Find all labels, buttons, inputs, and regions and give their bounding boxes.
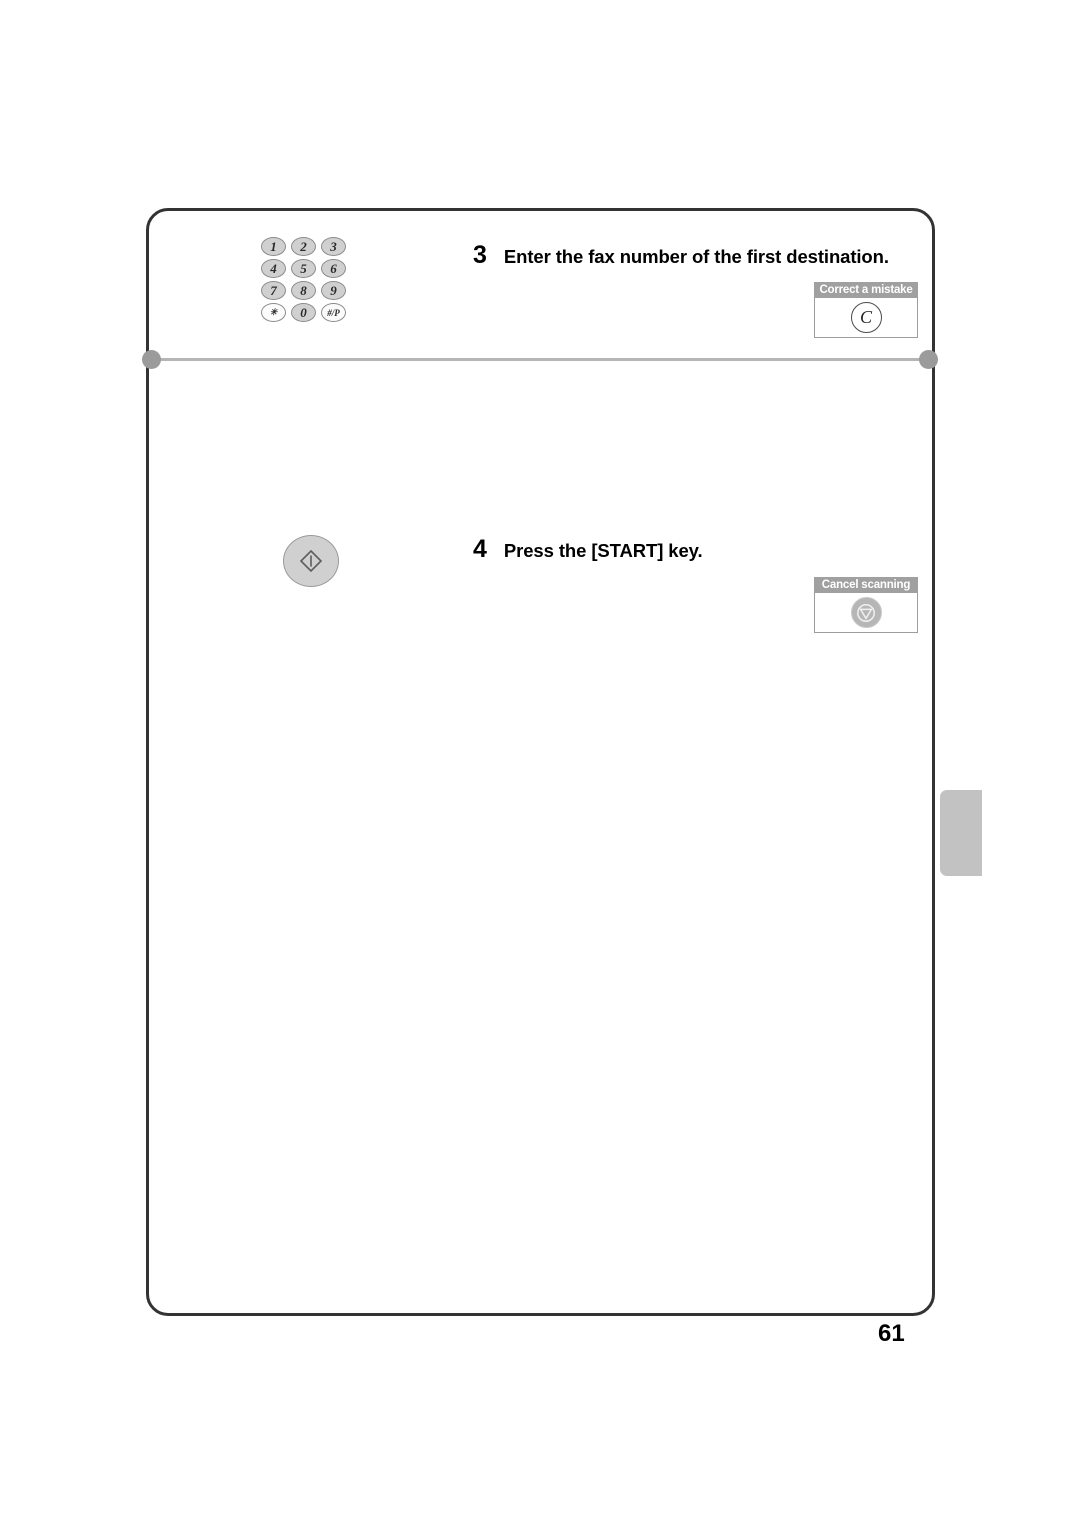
- callout-cancel-scanning-label: Cancel scanning: [814, 577, 918, 593]
- keypad-row: 1 2 3: [261, 237, 359, 256]
- keypad-row: ✳ 0 #/P: [261, 303, 359, 322]
- keypad-key-2: 2: [291, 237, 316, 256]
- keypad-key-3: 3: [321, 237, 346, 256]
- keypad-key-6: 6: [321, 259, 346, 278]
- start-key-illustration: [283, 535, 339, 587]
- callout-correct-a-mistake: Correct a mistake C: [814, 282, 918, 338]
- numeric-keypad-illustration: 1 2 3 4 5 6 7 8 9 ✳ 0 #/P: [261, 237, 359, 325]
- manual-page-frame: 1 2 3 4 5 6 7 8 9 ✳ 0 #/P 3 Enter the fa: [142, 208, 938, 1316]
- keypad-row: 7 8 9: [261, 281, 359, 300]
- page-number: 61: [878, 1320, 905, 1347]
- step-row-4: 4 Press the [START] key. Cancel scanning: [149, 363, 932, 633]
- keypad-key-5: 5: [291, 259, 316, 278]
- keypad-key-8: 8: [291, 281, 316, 300]
- keypad-key-7: 7: [261, 281, 286, 300]
- step-divider: [142, 350, 938, 369]
- stop-key-icon: [850, 597, 882, 628]
- step-4-heading: 4 Press the [START] key.: [473, 535, 703, 564]
- callout-correct-a-mistake-label: Correct a mistake: [814, 282, 918, 298]
- step-row-3: 1 2 3 4 5 6 7 8 9 ✳ 0 #/P 3 Enter the fa: [149, 211, 932, 359]
- start-diamond-icon: [299, 549, 323, 573]
- keypad-row: 4 5 6: [261, 259, 359, 278]
- keypad-key-0: 0: [291, 303, 316, 322]
- step-3-number: 3: [473, 241, 487, 269]
- keypad-key-9: 9: [321, 281, 346, 300]
- chapter-index-tab: [940, 790, 982, 876]
- keypad-key-1: 1: [261, 237, 286, 256]
- callout-cancel-scanning: Cancel scanning: [814, 577, 918, 633]
- keypad-key-4: 4: [261, 259, 286, 278]
- keypad-key-asterisk: ✳: [261, 303, 286, 322]
- callout-cancel-scanning-body: [814, 593, 918, 633]
- clear-key-icon: C: [850, 302, 882, 333]
- callout-correct-a-mistake-body: C: [814, 298, 918, 338]
- step-3-heading: 3 Enter the fax number of the first dest…: [473, 241, 889, 270]
- stop-triangle-icon: [857, 603, 875, 622]
- keypad-key-hash-p: #/P: [321, 303, 346, 322]
- step-4-number: 4: [473, 535, 487, 563]
- step-4-text: Press the [START] key.: [503, 540, 703, 561]
- step-3-text: Enter the fax number of the first destin…: [503, 246, 889, 267]
